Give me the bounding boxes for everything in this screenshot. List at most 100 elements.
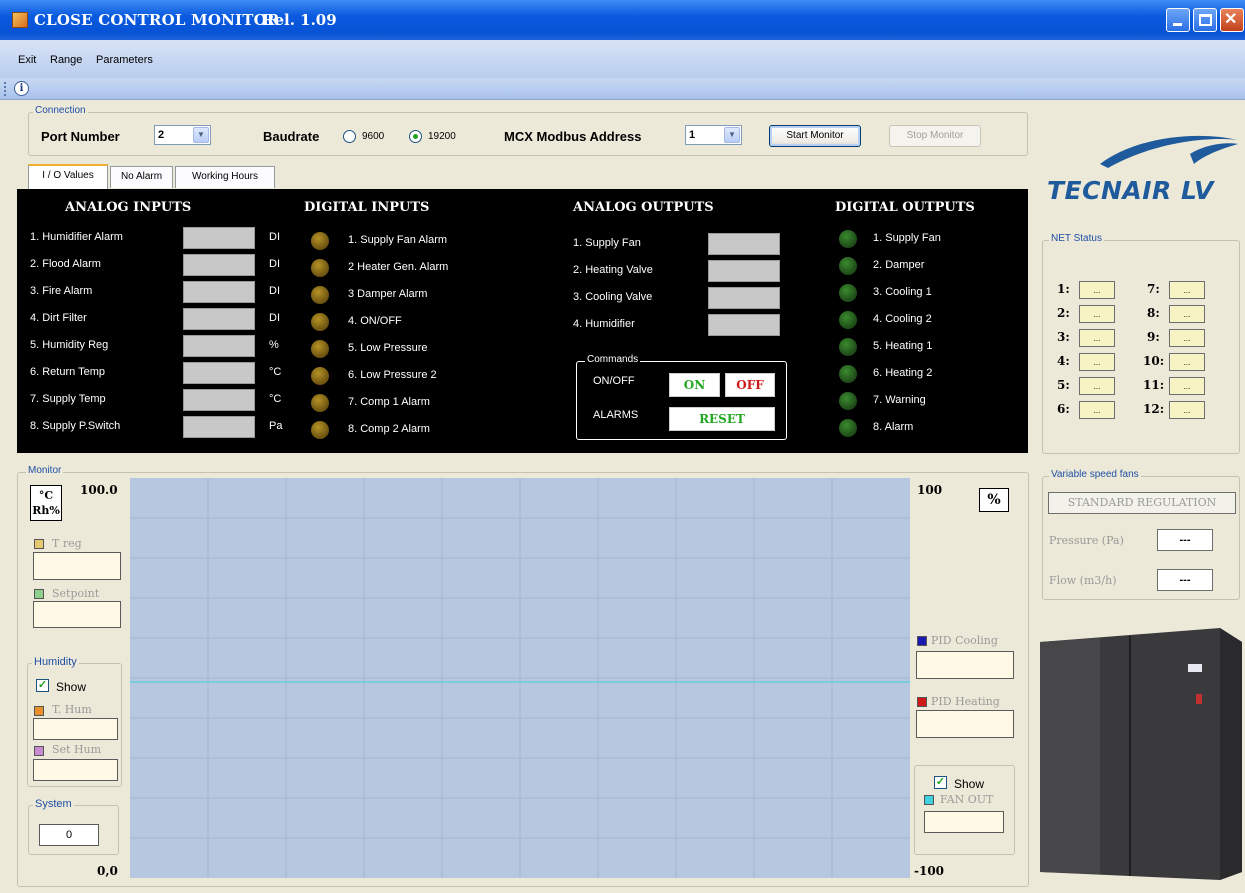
- pid-cooling-swatch: [917, 636, 927, 646]
- net-status-caption: NET Status: [1049, 233, 1104, 244]
- setpoint-swatch: [34, 589, 44, 599]
- app-icon: [12, 12, 28, 28]
- unit-toggle-button[interactable]: °C Rh%: [30, 485, 62, 521]
- digital-output-led: [839, 257, 857, 275]
- modbus-address-value: 1: [689, 129, 696, 141]
- analog-input-label: 4. Dirt Filter: [30, 312, 87, 324]
- net-node-status: ...: [1169, 401, 1205, 419]
- digital-output-led: [839, 311, 857, 329]
- reset-button[interactable]: RESET: [669, 407, 775, 431]
- air-conditioning-unit-image: [1040, 628, 1242, 880]
- minimize-button[interactable]: [1166, 8, 1190, 32]
- tab-io-values[interactable]: I / O Values: [28, 164, 108, 190]
- fan-out-show-checkbox[interactable]: ✓: [934, 776, 947, 789]
- analog-input-unit: °C: [269, 393, 282, 405]
- start-monitor-button[interactable]: Start Monitor: [769, 125, 861, 147]
- modbus-address-select[interactable]: 1 ▼: [685, 125, 742, 145]
- maximize-button[interactable]: [1193, 8, 1217, 32]
- off-button[interactable]: OFF: [725, 373, 775, 397]
- analog-input-label: 3. Fire Alarm: [30, 285, 93, 297]
- regulation-mode-field: STANDARD REGULATION: [1048, 492, 1236, 514]
- digital-input-led: [311, 232, 329, 250]
- analog-input-label: 1. Humidifier Alarm: [30, 231, 123, 243]
- analog-input-unit: Pa: [269, 420, 283, 432]
- pressure-value: ---: [1157, 529, 1213, 551]
- net-node-label: 5:: [1057, 378, 1070, 392]
- digital-output-label: 6. Heating 2: [873, 367, 933, 379]
- digital-output-led: [839, 392, 857, 410]
- analog-input-label: 7. Supply Temp: [30, 393, 106, 405]
- menu-range[interactable]: Range: [50, 54, 82, 66]
- analog-input-value: [183, 335, 255, 357]
- window-release: Rel. 1.09: [262, 11, 337, 29]
- analog-input-label: 2. Flood Alarm: [30, 258, 101, 270]
- fan-out-swatch: [924, 795, 934, 805]
- analog-inputs-title: ANALOG INPUTS: [65, 200, 192, 215]
- toolbar-grip: [4, 82, 6, 96]
- brand-label: TECNAIR LV: [1047, 176, 1214, 205]
- alarms-label: ALARMS: [593, 409, 639, 421]
- menu-bar: Exit Range Parameters: [0, 40, 1245, 78]
- baud-19200-radio[interactable]: [409, 130, 422, 143]
- commands-caption: Commands: [585, 354, 641, 365]
- fan-out-label: FAN OUT: [940, 793, 994, 806]
- humidity-show-label: Show: [56, 680, 87, 694]
- digital-input-label: 8. Comp 2 Alarm: [348, 423, 430, 435]
- analog-output-label: 3. Cooling Valve: [573, 291, 653, 303]
- net-node-status: ...: [1169, 281, 1205, 299]
- set-hum-value: [33, 759, 118, 781]
- analog-input-value: [183, 308, 255, 330]
- digital-output-led: [839, 365, 857, 383]
- stop-monitor-button[interactable]: Stop Monitor: [889, 125, 981, 147]
- left-axis-min: 0,0: [97, 864, 118, 878]
- digital-input-label: 3 Damper Alarm: [348, 288, 428, 300]
- net-node-status: ...: [1079, 353, 1115, 371]
- analog-outputs-title: ANALOG OUTPUTS: [573, 200, 714, 215]
- monitor-caption: Monitor: [26, 465, 64, 476]
- tab-working-hours[interactable]: Working Hours: [175, 166, 275, 188]
- digital-input-label: 1. Supply Fan Alarm: [348, 234, 448, 246]
- analog-output-label: 1. Supply Fan: [573, 237, 641, 249]
- analog-output-value: [708, 260, 780, 282]
- net-node-label: 9:: [1147, 330, 1160, 344]
- menu-exit[interactable]: Exit: [18, 54, 36, 66]
- digital-input-led: [311, 286, 329, 304]
- tab-no-alarm[interactable]: No Alarm: [110, 166, 173, 188]
- net-node-status: ...: [1169, 353, 1205, 371]
- net-status-group: NET Status 1:... 2:... 3:... 4:... 5:... 6:..…: [1042, 233, 1240, 454]
- title-bar: CLOSE CONTROL MONITOR Rel. 1.09 ✕: [0, 0, 1245, 40]
- baud-9600-radio[interactable]: [343, 130, 356, 143]
- port-number-value: 2: [158, 129, 165, 141]
- digital-output-label: 2. Damper: [873, 259, 925, 271]
- analog-output-label: 2. Heating Valve: [573, 264, 653, 276]
- setpoint-value: [33, 601, 121, 628]
- close-icon: ✕: [1224, 11, 1238, 28]
- info-icon[interactable]: i: [14, 81, 29, 96]
- port-number-label: Port Number: [41, 129, 120, 144]
- humidity-show-checkbox[interactable]: ✓: [36, 679, 49, 692]
- connection-caption: Connection: [33, 105, 88, 116]
- system-caption: System: [33, 798, 74, 810]
- net-node-label: 4:: [1057, 354, 1070, 368]
- toolbar: i: [0, 78, 1245, 100]
- digital-input-label: 2 Heater Gen. Alarm: [348, 261, 449, 273]
- connection-group: Connection Port Number 2 ▼ Baudrate 9600…: [28, 105, 1028, 156]
- left-axis-max: 100.0: [80, 483, 118, 497]
- menu-parameters[interactable]: Parameters: [96, 54, 153, 66]
- net-node-status: ...: [1079, 281, 1115, 299]
- close-button[interactable]: ✕: [1220, 8, 1244, 32]
- analog-input-unit: °C: [269, 366, 282, 378]
- percent-toggle-button[interactable]: %: [979, 488, 1009, 512]
- digital-output-label: 7. Warning: [873, 394, 926, 406]
- t-hum-label: T. Hum: [52, 703, 92, 716]
- pid-cooling-label: PID Cooling: [931, 634, 998, 647]
- io-values-panel: ANALOG INPUTS DIGITAL INPUTS ANALOG OUTP…: [17, 189, 1028, 453]
- set-hum-swatch: [34, 746, 44, 756]
- on-button[interactable]: ON: [669, 373, 720, 397]
- net-node-status: ...: [1079, 401, 1115, 419]
- net-node-label: 11:: [1143, 378, 1165, 392]
- digital-output-label: 3. Cooling 1: [873, 286, 932, 298]
- net-node-status: ...: [1169, 329, 1205, 347]
- port-number-select[interactable]: 2 ▼: [154, 125, 211, 145]
- net-node-label: 12:: [1143, 402, 1165, 416]
